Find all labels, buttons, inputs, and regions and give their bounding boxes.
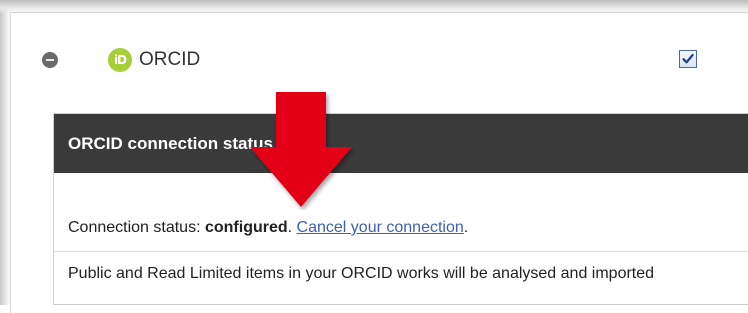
connection-status-header: ORCID connection status <box>54 114 748 173</box>
status-period: . <box>287 219 293 236</box>
red-down-arrow-icon <box>250 92 352 207</box>
cancel-period: . <box>463 219 469 236</box>
orcid-settings-panel: iD ORCID ORCID connection status Connect… <box>10 12 748 313</box>
cancel-connection-link[interactable]: Cancel your connection <box>297 219 464 236</box>
orcid-row: iD ORCID <box>11 13 748 103</box>
orcid-title: ORCID <box>139 49 201 70</box>
status-label: Connection status: <box>68 219 205 236</box>
connection-status-line: Connection status: configured. Cancel yo… <box>68 218 468 238</box>
status-value: configured <box>204 219 288 236</box>
collapse-minus-icon[interactable] <box>42 52 58 68</box>
import-info-text: Public and Read Limited items in your OR… <box>68 265 655 282</box>
orcid-logo-icon: iD <box>108 48 132 72</box>
orcid-enabled-checkbox[interactable] <box>679 50 697 68</box>
connection-status-heading: ORCID connection status <box>68 134 273 153</box>
connection-status-box: ORCID connection status Connection statu… <box>53 113 748 305</box>
checkmark-icon <box>682 53 694 64</box>
divider <box>54 251 748 252</box>
